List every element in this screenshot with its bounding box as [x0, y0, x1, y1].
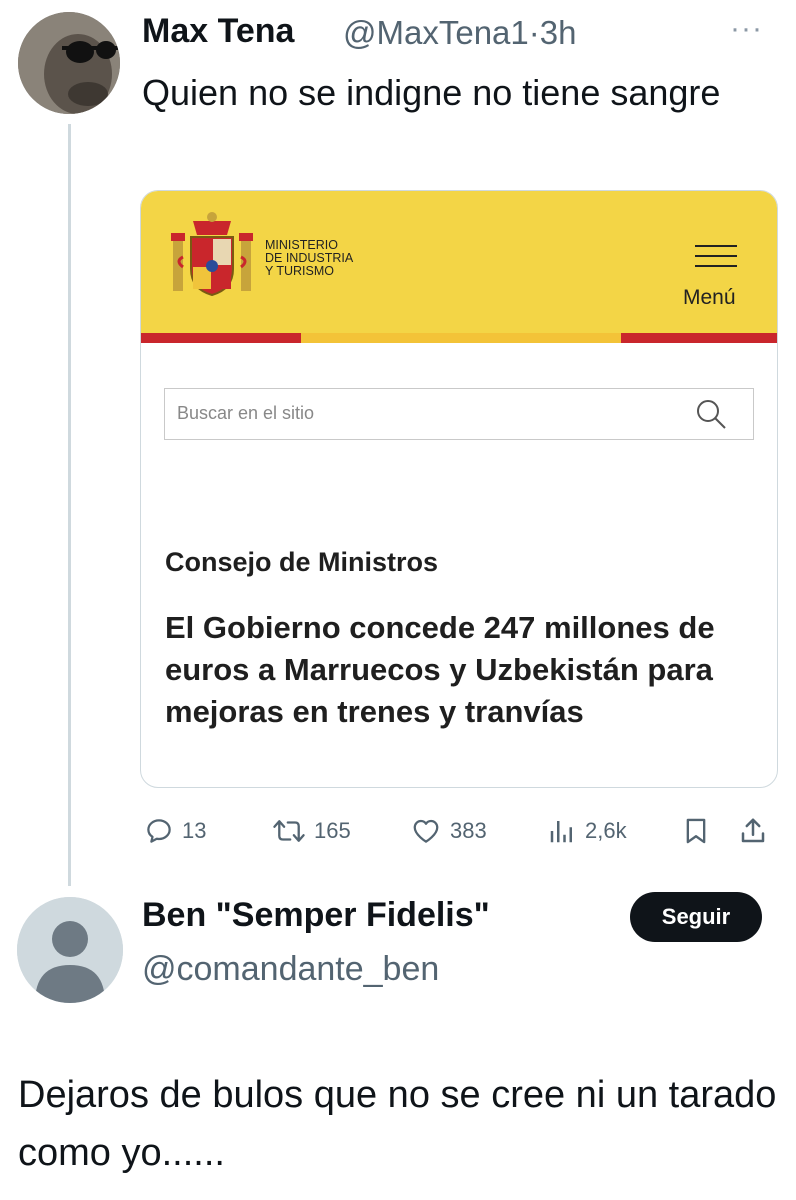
retweet-icon: [273, 820, 305, 842]
coat-of-arms-icon: [169, 211, 255, 299]
bookmark-icon: [686, 818, 706, 844]
reply-author-name[interactable]: Ben "Semper Fidelis": [142, 896, 490, 935]
search-icon: [695, 398, 727, 435]
search-placeholder: Buscar en el sitio: [177, 403, 315, 423]
reply-author-handle[interactable]: @comandante_ben: [142, 950, 439, 989]
ministry-line-3: Y TURISMO: [265, 264, 334, 278]
article-headline: El Gobierno concede 247 millones de euro…: [165, 610, 715, 729]
author-handle[interactable]: @MaxTena1: [343, 14, 529, 51]
reply-text: Dejaros de bulos que no se cree ni un ta…: [18, 1074, 777, 1174]
bookmark-button[interactable]: [682, 814, 718, 848]
views-button[interactable]: 2,6k: [547, 814, 627, 848]
share-button[interactable]: [738, 814, 776, 848]
reply-button[interactable]: 13: [144, 814, 206, 848]
ministry-name: MINISTERIO DE INDUSTRIA Y TURISMO: [265, 239, 353, 278]
views-icon: [550, 821, 572, 843]
stripe-red-left: [141, 333, 301, 343]
retweet-count: 165: [314, 818, 351, 843]
media-card[interactable]: MINISTERIO DE INDUSTRIA Y TURISMO Menú B…: [140, 190, 778, 788]
retweet-button[interactable]: 165: [272, 814, 351, 848]
thread-line: [68, 124, 71, 886]
share-icon: [741, 818, 765, 843]
follow-button[interactable]: Seguir: [630, 892, 762, 942]
hamburger-menu-icon: [695, 245, 737, 275]
tweet-time[interactable]: 3h: [540, 14, 577, 51]
like-count: 383: [450, 818, 487, 843]
author-handle-time[interactable]: @MaxTena1·3h: [343, 14, 576, 52]
site-search-box: Buscar en el sitio: [164, 388, 754, 440]
menu-label: Menú: [683, 286, 736, 309]
views-count: 2,6k: [585, 818, 627, 843]
tweet-text: Quien no se indigne no tiene sangre: [142, 72, 721, 113]
like-button[interactable]: 383: [410, 814, 487, 848]
article-kicker: Consejo de Ministros: [165, 547, 439, 577]
like-icon: [413, 819, 439, 843]
reply-count: 13: [182, 818, 207, 843]
reply-icon: [147, 819, 171, 843]
more-options-icon[interactable]: ···: [730, 12, 763, 46]
author-name[interactable]: Max Tena: [142, 12, 294, 51]
separator-dot: ·: [528, 14, 540, 51]
reply-author-avatar[interactable]: [17, 897, 123, 1003]
stripe-red-right: [621, 333, 777, 343]
stripe-yellow: [301, 333, 621, 343]
author-avatar[interactable]: [18, 12, 120, 114]
